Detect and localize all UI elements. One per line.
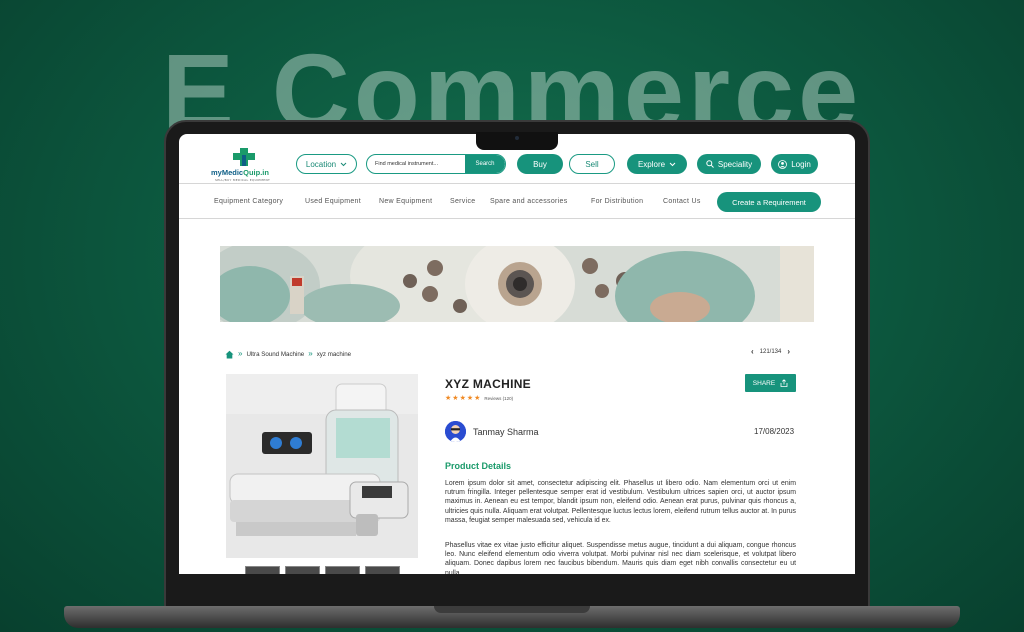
- product-pager: ‹ 121/134 ›: [751, 347, 790, 356]
- rating-stars: ★ ★ ★ ★ ★ Reviews (120): [445, 395, 513, 402]
- breadcrumb: » Ultra Sound Machine » xyz machine: [225, 348, 351, 360]
- star-icon: ★: [459, 394, 466, 402]
- search-bar: Search: [366, 154, 506, 174]
- search-input[interactable]: [375, 155, 467, 173]
- reviews-count[interactable]: Reviews (120): [484, 396, 513, 401]
- product-description-paragraph: Lorem ipsum dolor sit amet, consectetur …: [445, 480, 796, 524]
- pager-count: 121/134: [759, 348, 782, 355]
- login-button[interactable]: Login: [771, 154, 818, 174]
- main-nav: Equipment Category Used Equipment New Eq…: [179, 185, 855, 219]
- product-image[interactable]: [226, 374, 418, 558]
- product-details-heading: Product Details: [445, 461, 512, 471]
- nav-item-new-equipment[interactable]: New Equipment: [379, 198, 432, 205]
- site-logo[interactable]: myMedicQuip.in SELL/BUY MEDICAL EQUIPMEN…: [209, 148, 279, 182]
- camera-notch: [476, 132, 558, 150]
- author-name[interactable]: Tanmay Sharma: [473, 427, 539, 437]
- logo-wordmark: myMedicQuip.in: [211, 168, 269, 177]
- star-icon: ★: [474, 394, 481, 402]
- share-icon: [780, 379, 788, 387]
- create-requirement-button[interactable]: Create a Requirement: [717, 192, 821, 212]
- login-label: Login: [791, 159, 811, 169]
- nav-item-used-equipment[interactable]: Used Equipment: [305, 198, 361, 205]
- chevron-down-icon: [340, 162, 347, 166]
- next-arrow-icon[interactable]: ›: [787, 347, 790, 356]
- laptop-base-notch: [434, 606, 590, 613]
- product-title: XYZ MACHINE: [445, 377, 531, 391]
- star-icon: ★: [445, 394, 452, 402]
- home-icon[interactable]: [225, 350, 234, 359]
- avatar[interactable]: [445, 421, 466, 442]
- ultrasound-machine-illustration: [226, 374, 418, 558]
- chevron-right-icon: »: [238, 349, 243, 358]
- breadcrumb-item[interactable]: Ultra Sound Machine: [246, 351, 304, 358]
- thumbnail[interactable]: [285, 566, 320, 574]
- chevron-right-icon: »: [308, 349, 313, 358]
- breadcrumb-item-current: xyz machine: [316, 350, 352, 358]
- star-icon: ★: [466, 394, 474, 402]
- logo-tagline: SELL/BUY MEDICAL EQUIPMENT: [215, 178, 271, 182]
- browser-screen: myMedicQuip.in SELL/BUY MEDICAL EQUIPMEN…: [179, 134, 855, 574]
- location-dropdown[interactable]: Location: [296, 154, 357, 174]
- speciality-label: Speciality: [717, 159, 753, 169]
- nav-item-spare-accessories[interactable]: Spare and accessories: [490, 198, 568, 205]
- explore-label: Explore: [637, 159, 666, 169]
- surgery-lights-illustration: [220, 246, 814, 322]
- thumbnail[interactable]: [365, 566, 400, 574]
- laptop-bezel: [166, 574, 868, 608]
- nav-item-equipment-category[interactable]: Equipment Category: [214, 198, 283, 205]
- nav-item-contact-us[interactable]: Contact Us: [663, 198, 701, 205]
- sell-button[interactable]: Sell: [569, 154, 615, 174]
- explore-dropdown[interactable]: Explore: [627, 154, 687, 174]
- avatar-illustration: [445, 421, 466, 442]
- star-icon: ★: [452, 394, 459, 402]
- post-date: 17/08/2023: [754, 427, 795, 436]
- search-button[interactable]: Search: [465, 155, 505, 173]
- share-button[interactable]: SHARE: [745, 374, 796, 392]
- nav-item-for-distribution[interactable]: For Distribution: [591, 198, 643, 205]
- location-label: Location: [305, 159, 337, 169]
- thumbnail[interactable]: [325, 566, 360, 574]
- thumbnail[interactable]: [245, 566, 280, 574]
- thumbnail-strip: [245, 566, 400, 574]
- logo-cross-icon: [233, 148, 255, 166]
- buy-button[interactable]: Buy: [517, 154, 563, 174]
- prev-arrow-icon[interactable]: ‹: [751, 347, 754, 356]
- chevron-down-icon: [669, 162, 676, 166]
- share-label: SHARE: [752, 379, 776, 387]
- search-icon: [706, 160, 714, 168]
- hero-banner-image: [220, 246, 814, 322]
- product-description-paragraph: Phasellus vitae ex vitae justo efficitur…: [445, 542, 796, 574]
- speciality-button[interactable]: Speciality: [697, 154, 761, 174]
- user-icon: [778, 159, 788, 169]
- nav-item-service[interactable]: Service: [450, 198, 475, 205]
